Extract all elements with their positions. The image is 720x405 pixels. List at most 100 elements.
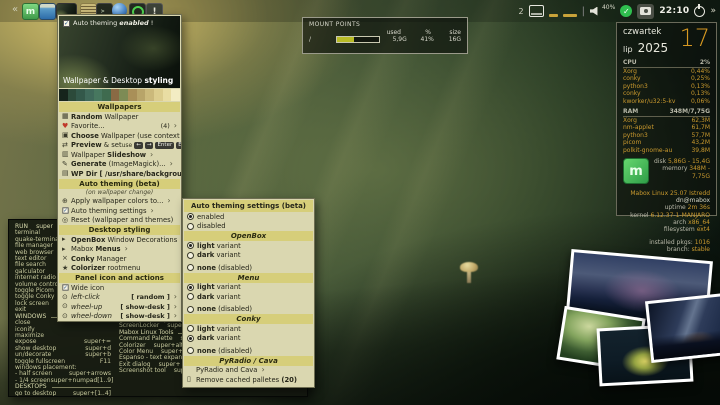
mushroom-cap xyxy=(460,262,478,272)
reset-icon: ◎ xyxy=(62,216,71,225)
process-row: conky0,13% xyxy=(623,90,710,97)
menu-item-label: left-click xyxy=(71,293,100,301)
mabox-logo-row: m disk 5,86G - 15,4G memory 348M - 7,75G xyxy=(623,158,710,184)
menu-item-wide-icon[interactable]: ✓Wide icon xyxy=(58,283,181,293)
menu-item-conky-manager[interactable]: ×Conky Manager xyxy=(58,254,181,264)
screenshot-tray-icon[interactable] xyxy=(637,4,654,19)
panel-clock[interactable]: 22:10 xyxy=(659,6,689,16)
menu-item-mabox-menus[interactable]: ▸Mabox Menus› xyxy=(58,245,181,255)
menu-item-favorite-wallpapers[interactable]: ♥Favorite...(4)› xyxy=(58,122,181,132)
disk-label: disk xyxy=(654,158,666,165)
section-conky: Conky xyxy=(184,314,313,324)
process-value: 57,7M xyxy=(691,132,710,139)
radio-on-icon xyxy=(187,242,194,249)
menu-item-random-wallpaper[interactable]: ▦Random Wallpaper xyxy=(58,112,181,122)
menu-item-openbox-dark-variant[interactable]: dark variant xyxy=(183,251,314,261)
cpu-header: CPU 2% xyxy=(623,59,710,68)
menu-item-choose-wallpaper[interactable]: ▣Choose Wallpaper (use context menu) xyxy=(58,131,181,141)
desktop[interactable]: « m >_ ! 2 | 40% ✓ 22:10 » MOUNT POINTS … xyxy=(0,0,720,405)
memory-value: 348M - 7,75G xyxy=(689,165,710,179)
workspace-indicator[interactable]: 2 xyxy=(519,7,524,16)
menu-item-auto-theming-settings[interactable]: ✓Auto theming settings› xyxy=(58,206,181,216)
menu-item-remove-cached-palletes[interactable]: ▯Remove cached palletes (20) xyxy=(183,375,314,385)
process-row: Xorg62,3M xyxy=(623,117,710,124)
menu-item-preview-and-set[interactable]: ⇄Preview & setuse←→EnterEsc xyxy=(58,141,181,151)
menu-item-openbox-light-variant[interactable]: light variant xyxy=(183,241,314,251)
menu-item-conky-none[interactable]: none (disabled) xyxy=(183,346,314,356)
mabox-menu-icon[interactable]: m xyxy=(22,3,39,20)
panel-overflow-right[interactable]: » xyxy=(710,6,716,16)
task-indicator[interactable] xyxy=(563,14,577,17)
process-value: 43,2M xyxy=(691,139,710,146)
mount-row: / 5,9G 41% 16G xyxy=(309,36,461,43)
menu-item-pyradio-and-cava[interactable]: PyRadio and Cava› xyxy=(183,366,314,376)
menu-item-wheel-up-action[interactable]: ⊙wheel-up[ show-desk ]› xyxy=(58,302,181,312)
menu-item-theming-disabled[interactable]: disabled xyxy=(183,222,314,232)
wallpaper-menu-items: Wallpapers▦Random Wallpaper♥Favorite...(… xyxy=(58,102,181,321)
trash-icon: ▯ xyxy=(187,375,196,384)
auto-theming-settings-menu: Auto theming settings (beta)enableddisab… xyxy=(182,198,315,388)
menu-item-apply-wallpaper-colors[interactable]: ⊕Apply wallpaper colors to...› xyxy=(58,197,181,207)
menu-item-openbox-window-decorations[interactable]: ▸OpenBox Window Decorations› xyxy=(58,235,181,245)
weekday: czwartek xyxy=(623,27,668,37)
cpu-total: 2% xyxy=(700,59,710,66)
process-name: python3 xyxy=(623,132,648,139)
keybind-key: super+[1..4] xyxy=(73,391,111,397)
photo-milky-way xyxy=(645,293,720,363)
task-indicator[interactable] xyxy=(549,14,558,17)
menu-item-label: enabled xyxy=(197,213,224,221)
col-pct: % xyxy=(401,29,431,36)
menu-item-left-click-action[interactable]: ⊙left-click[ random ]› xyxy=(58,293,181,303)
section-line xyxy=(52,387,111,388)
disk-value: 5,86G - 15,4G xyxy=(668,158,710,165)
ram-label: RAM xyxy=(623,108,638,115)
menu-item-wp-dir[interactable]: ▤WP Dir [ /usr/share/backgrounds/ ]› xyxy=(58,169,181,179)
file-manager-icon[interactable] xyxy=(39,3,56,20)
auto-theming-enabled-label: Auto theming enabled ! xyxy=(73,19,153,27)
power-icon[interactable] xyxy=(694,6,705,17)
panel-overflow-left[interactable]: « xyxy=(12,4,18,16)
menu-item-menu-dark-variant[interactable]: dark variant xyxy=(183,292,314,302)
uptime-label: uptime xyxy=(665,204,686,211)
process-name: polkit-gnome-au xyxy=(623,147,672,154)
colorizer-icon: ★ xyxy=(62,264,71,273)
menu-item-conky-dark-variant[interactable]: dark variant xyxy=(183,334,314,344)
palette-swatch xyxy=(119,89,128,101)
menu-item-generate-imagemagick[interactable]: ✎Generate (ImageMagick)...› xyxy=(58,160,181,170)
process-name: nm-applet xyxy=(623,124,654,131)
panel-separator: | xyxy=(582,6,585,17)
submenu-arrow-icon: › xyxy=(151,207,154,215)
menu-item-colorizer-rootmenu[interactable]: ★Colorizer rootmenu xyxy=(58,264,181,274)
palette-icon: ⊕ xyxy=(62,197,71,206)
process-value: 39,8M xyxy=(691,147,710,154)
menu-item-label: Favorite... xyxy=(71,122,105,130)
menu-item-label: light variant xyxy=(197,242,241,250)
process-row: python3 57,7M xyxy=(623,132,710,139)
process-name: conky xyxy=(623,90,641,97)
updates-ok-icon[interactable]: ✓ xyxy=(620,5,632,17)
wrench-icon: × xyxy=(62,254,71,263)
menu-item-label: Reset (wallpaper and themes) xyxy=(71,216,173,224)
submenu-icon: ▸ xyxy=(62,235,71,244)
conky-date: czwartek lip 2025 17 xyxy=(623,27,710,56)
menu-subtext: (on wallpaper change) xyxy=(58,189,181,197)
menu-item-wallpaper-slideshow[interactable]: ▥Wallpaper Slideshow› xyxy=(58,150,181,160)
radio-on-icon xyxy=(187,213,194,220)
keybind-item[interactable]: go to desktopsuper+[1..4] xyxy=(15,391,111,397)
volume-icon[interactable] xyxy=(590,7,601,16)
section-openbox: OpenBox xyxy=(184,231,313,241)
key-badge: Esc xyxy=(176,142,181,149)
menu-item-openbox-none[interactable]: none (disabled) xyxy=(183,263,314,273)
menu-item-conky-light-variant[interactable]: light variant xyxy=(183,324,314,334)
menu-item-wheel-down-action[interactable]: ⊙wheel-down[ show-desk ]› xyxy=(58,312,181,322)
slideshow-icon: ▥ xyxy=(62,150,71,159)
auto-theming-enabled-check[interactable]: ✓ Auto theming enabled ! xyxy=(63,19,153,27)
menu-item-theming-enabled[interactable]: enabled xyxy=(183,212,314,222)
menu-item-menu-none[interactable]: none (disabled) xyxy=(183,305,314,315)
menu-item-reset-wallpaper-themes[interactable]: ◎Reset (wallpaper and themes) xyxy=(58,216,181,226)
menu-item-menu-light-variant[interactable]: light variant xyxy=(183,283,314,293)
mount-used: 5,9G xyxy=(380,36,407,43)
key-badge: → xyxy=(145,142,154,149)
show-desktop-icon[interactable] xyxy=(529,5,544,17)
process-value: 0,13% xyxy=(691,83,710,90)
